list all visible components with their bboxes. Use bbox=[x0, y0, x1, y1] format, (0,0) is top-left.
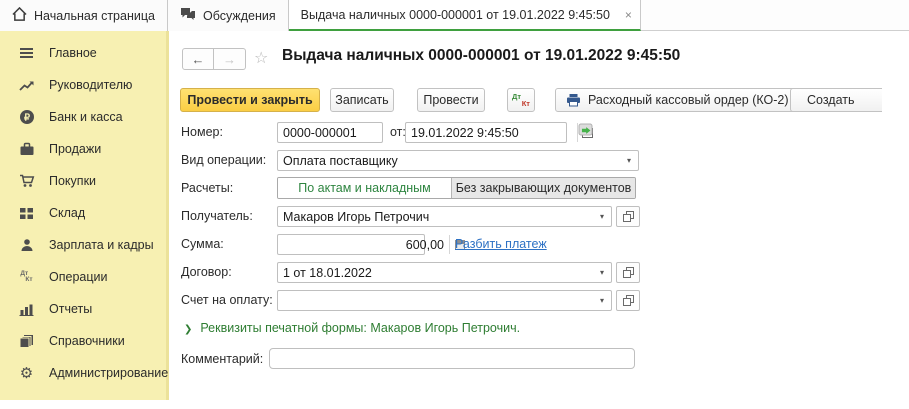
person-icon bbox=[18, 237, 35, 254]
sidebar-item-label: Продажи bbox=[49, 142, 101, 156]
chevron-down-icon[interactable]: ▾ bbox=[593, 263, 611, 282]
posted-status-icon bbox=[578, 123, 596, 144]
print-order-button[interactable]: Расходный кассовый ордер (КО-2) bbox=[555, 88, 800, 112]
chevron-down-icon[interactable]: ▾ bbox=[620, 151, 638, 170]
sidebar-item-administration[interactable]: ⚙ Администрирование bbox=[0, 357, 166, 389]
contract-field: ▾ bbox=[277, 262, 612, 283]
forward-button[interactable]: → bbox=[214, 48, 246, 70]
dtkt-icon: ДтКт bbox=[18, 269, 35, 286]
sidebar-item-sales[interactable]: Продажи bbox=[0, 133, 166, 165]
favorite-star-icon[interactable]: ☆ bbox=[254, 48, 268, 68]
sidebar-item-warehouse[interactable]: Склад bbox=[0, 197, 166, 229]
settlements-option-no-docs[interactable]: Без закрывающих документов bbox=[451, 178, 635, 198]
print-form-details-expander[interactable]: ❯Реквизиты печатной формы: Макаров Игорь… bbox=[184, 321, 520, 335]
invoice-label: Счет на оплату: bbox=[181, 293, 273, 307]
document-form: ← → ☆ Выдача наличных 0000-000001 от 19.… bbox=[172, 31, 882, 409]
app-window: Начальная страница Обсуждения Выдача нал… bbox=[0, 0, 909, 409]
back-button[interactable]: ← bbox=[182, 48, 214, 70]
settlements-option-acts[interactable]: По актам и накладным bbox=[278, 178, 451, 198]
nav-history-group: ← → bbox=[182, 48, 246, 70]
date-from-label: от: bbox=[390, 125, 406, 139]
sidebar-item-reports[interactable]: Отчеты bbox=[0, 293, 166, 325]
bar-chart-icon bbox=[18, 301, 35, 318]
invoice-open-icon[interactable] bbox=[616, 290, 640, 311]
chat-icon bbox=[180, 7, 196, 24]
create-button[interactable]: Создать bbox=[790, 88, 882, 112]
sidebar: Главное Руководителю ₽ Банк и касса Прод… bbox=[0, 31, 169, 400]
amount-field bbox=[277, 234, 425, 255]
settlements-toggle: По актам и накладным Без закрывающих док… bbox=[277, 177, 636, 199]
sidebar-item-label: Склад bbox=[49, 206, 85, 220]
recipient-open-icon[interactable] bbox=[616, 206, 640, 227]
number-label: Номер: bbox=[181, 125, 223, 139]
grid-icon bbox=[18, 205, 35, 222]
comment-input[interactable] bbox=[269, 348, 635, 369]
sidebar-item-label: Банк и касса bbox=[49, 110, 123, 124]
svg-text:₽: ₽ bbox=[23, 112, 30, 123]
briefcase-icon bbox=[18, 141, 35, 158]
tab-document-label: Выдача наличных 0000-000001 от 19.01.202… bbox=[301, 8, 610, 22]
contract-open-icon[interactable] bbox=[616, 262, 640, 283]
contract-label: Договор: bbox=[181, 265, 232, 279]
save-button[interactable]: Записать bbox=[330, 88, 394, 112]
amount-input[interactable] bbox=[278, 235, 449, 254]
contract-input[interactable] bbox=[278, 263, 593, 282]
tab-home[interactable]: Начальная страница bbox=[0, 0, 168, 31]
sidebar-item-main[interactable]: Главное bbox=[0, 37, 166, 69]
operation-type-input[interactable] bbox=[278, 151, 620, 170]
operation-type-label: Вид операции: bbox=[181, 153, 266, 167]
tab-document-active[interactable]: Выдача наличных 0000-000001 от 19.01.202… bbox=[289, 0, 641, 31]
amount-label: Сумма: bbox=[181, 237, 224, 251]
dtkt-postings-button[interactable]: Дт Кт bbox=[507, 88, 535, 112]
post-and-close-button[interactable]: Провести и закрыть bbox=[180, 88, 320, 112]
post-button[interactable]: Провести bbox=[417, 88, 485, 112]
sidebar-item-purchases[interactable]: Покупки bbox=[0, 165, 166, 197]
sidebar-item-label: Покупки bbox=[49, 174, 96, 188]
recipient-field: ▾ bbox=[277, 206, 612, 227]
invoice-field: ▾ bbox=[277, 290, 612, 311]
invoice-input[interactable] bbox=[278, 291, 593, 310]
sidebar-item-label: Администрирование bbox=[49, 366, 168, 380]
printer-icon bbox=[566, 93, 581, 107]
settlements-label: Расчеты: bbox=[181, 181, 233, 195]
number-input[interactable] bbox=[277, 122, 383, 143]
sidebar-item-label: Справочники bbox=[49, 334, 125, 348]
date-field bbox=[405, 122, 567, 143]
home-icon bbox=[12, 7, 27, 24]
sidebar-item-bank-cash[interactable]: ₽ Банк и касса bbox=[0, 101, 166, 133]
tab-discussions[interactable]: Обсуждения bbox=[168, 0, 289, 31]
sidebar-item-operations[interactable]: ДтКт Операции bbox=[0, 261, 166, 293]
close-icon[interactable]: × bbox=[625, 8, 632, 22]
split-payment-link[interactable]: Разбить платеж bbox=[455, 237, 547, 251]
page-title: Выдача наличных 0000-000001 от 19.01.202… bbox=[282, 47, 680, 65]
recipient-label: Получатель: bbox=[181, 209, 253, 223]
sidebar-item-label: Зарплата и кадры bbox=[49, 238, 154, 252]
sidebar-item-directories[interactable]: Справочники bbox=[0, 325, 166, 357]
ruble-circle-icon: ₽ bbox=[18, 109, 35, 126]
trend-icon bbox=[18, 77, 35, 94]
comment-label: Комментарий: bbox=[181, 352, 263, 366]
chevron-down-icon[interactable]: ▾ bbox=[593, 291, 611, 310]
chevron-down-icon[interactable]: ▾ bbox=[593, 207, 611, 226]
sidebar-item-label: Отчеты bbox=[49, 302, 92, 316]
sidebar-item-label: Руководителю bbox=[49, 78, 132, 92]
date-input[interactable] bbox=[406, 123, 577, 142]
sidebar-item-label: Главное bbox=[49, 46, 97, 60]
recipient-input[interactable] bbox=[278, 207, 593, 226]
gear-icon: ⚙ bbox=[18, 365, 35, 382]
tab-discussions-label: Обсуждения bbox=[203, 9, 276, 23]
menu-icon bbox=[18, 45, 35, 62]
sidebar-item-manager[interactable]: Руководителю bbox=[0, 69, 166, 101]
sidebar-item-label: Операции bbox=[49, 270, 107, 284]
books-icon bbox=[18, 333, 35, 350]
cart-icon bbox=[18, 173, 35, 190]
tab-bar: Начальная страница Обсуждения Выдача нал… bbox=[0, 0, 909, 31]
operation-type-field: ▾ bbox=[277, 150, 639, 171]
chevron-right-icon: ❯ bbox=[184, 324, 192, 335]
sidebar-item-payroll-hr[interactable]: Зарплата и кадры bbox=[0, 229, 166, 261]
tab-home-label: Начальная страница bbox=[34, 9, 155, 23]
